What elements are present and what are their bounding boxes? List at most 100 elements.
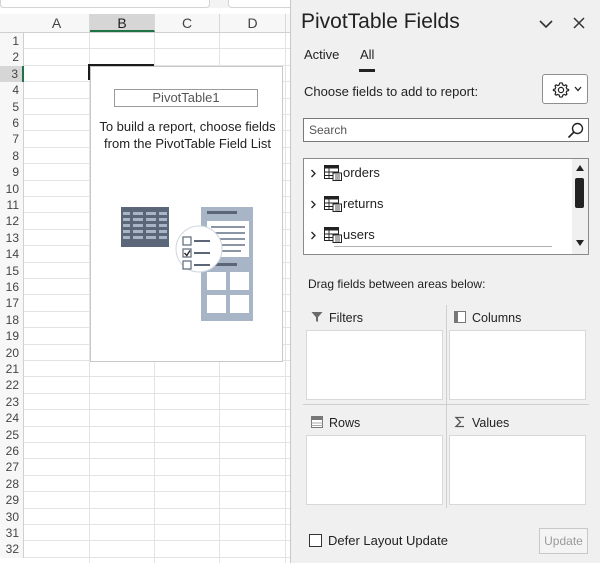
row-header-14[interactable]: 14 [0, 246, 24, 263]
row-header-8[interactable]: 8 [0, 147, 24, 165]
field-item-orders[interactable]: orders [308, 162, 562, 184]
row-header-7[interactable]: 7 [0, 131, 24, 148]
row-header-23[interactable]: 23 [0, 393, 24, 411]
row-header-2[interactable]: 2 [0, 49, 24, 66]
rows-area-header: Rows [306, 412, 443, 434]
column-header-d[interactable]: D [220, 14, 286, 32]
pivot-field-list-pane: PivotTable Fields Active All Choose fiel… [290, 0, 600, 563]
field-name: orders [343, 165, 380, 180]
row-header-29[interactable]: 29 [0, 492, 24, 509]
pane-footer: Defer Layout Update Update [291, 524, 600, 563]
defer-layout-label[interactable]: Defer Layout Update [328, 533, 448, 548]
row-header-5[interactable]: 5 [0, 98, 24, 115]
ribbon-edge [0, 0, 292, 8]
table-icon [324, 227, 342, 243]
columns-area-label: Columns [472, 311, 522, 325]
column-header-a[interactable]: A [24, 14, 90, 32]
row-header-30[interactable]: 30 [0, 508, 24, 525]
row-header-9[interactable]: 9 [0, 164, 24, 181]
choose-fields-label: Choose fields to add to report: [304, 84, 479, 99]
row-header-28[interactable]: 28 [0, 475, 24, 493]
row-gridline [24, 376, 292, 378]
row-header-25[interactable]: 25 [0, 426, 24, 443]
search-icon[interactable] [567, 122, 584, 139]
column-header-b[interactable]: B [90, 14, 155, 32]
tools-button[interactable] [542, 74, 588, 104]
scroll-thumb[interactable] [575, 178, 584, 208]
row-gridline [24, 474, 292, 476]
rows-icon [311, 416, 323, 428]
pivot-table-name: PivotTable1 [114, 89, 258, 107]
search-box[interactable] [303, 118, 589, 142]
row-header-27[interactable]: 27 [0, 459, 24, 476]
field-name: returns [343, 196, 384, 211]
areas-divider-horizontal [303, 404, 589, 405]
column-header-bar: A B C D [0, 14, 292, 33]
search-input[interactable] [309, 122, 559, 138]
row-header-1[interactable]: 1 [0, 33, 24, 50]
row-header-20[interactable]: 20 [0, 344, 24, 361]
values-drop-zone[interactable] [449, 435, 586, 505]
chevron-down-icon [574, 86, 582, 92]
row-header-19[interactable]: 19 [0, 328, 24, 345]
filters-drop-zone[interactable] [306, 330, 443, 400]
row-header-31[interactable]: 31 [0, 525, 24, 542]
table-icon [324, 165, 342, 181]
row-header-21[interactable]: 21 [0, 361, 24, 378]
columns-drop-zone[interactable] [449, 330, 586, 400]
values-area-label: Values [472, 416, 510, 430]
scroll-up-icon[interactable] [575, 164, 585, 172]
pane-title: PivotTable Fields [301, 10, 460, 33]
rows-area-label: Rows [329, 416, 361, 430]
tab-all[interactable]: All [360, 47, 374, 62]
table-icon [324, 196, 342, 212]
defer-layout-checkbox[interactable] [309, 534, 322, 547]
row-gridline [24, 442, 292, 443]
row-header-22[interactable]: 22 [0, 377, 24, 394]
field-item-returns[interactable]: returns [308, 193, 562, 215]
gear-icon [552, 82, 570, 98]
row-gridline [24, 507, 292, 509]
column-header-c[interactable]: C [155, 14, 220, 32]
values-area-header: Values [449, 412, 586, 434]
chevron-right-icon[interactable] [310, 200, 317, 209]
worksheet: A B C D 1 2 3 4 5 6 7 8 9 10 11 12 13 14 15 16 17 18 19 20 2… [0, 0, 292, 563]
rows-drop-zone[interactable] [306, 435, 443, 505]
field-list-scrollbar[interactable] [572, 159, 588, 254]
row-header-13[interactable]: 13 [0, 229, 24, 247]
column-gridline [285, 33, 286, 563]
columns-icon [454, 311, 466, 323]
row-header-26[interactable]: 26 [0, 443, 24, 460]
chevron-down-icon[interactable] [537, 15, 555, 33]
chevron-right-icon[interactable] [310, 169, 317, 178]
row-header-18[interactable]: 18 [0, 311, 24, 329]
field-item-users[interactable]: users [308, 224, 562, 246]
field-list[interactable]: orders returns users [303, 158, 589, 255]
row-gridline [24, 48, 292, 50]
row-header-16[interactable]: 16 [0, 279, 24, 296]
row-header-17[interactable]: 17 [0, 295, 24, 312]
row-header-4[interactable]: 4 [0, 82, 24, 99]
toolbar-edge [228, 0, 292, 8]
row-header-24[interactable]: 24 [0, 410, 24, 427]
row-header-6[interactable]: 6 [0, 115, 24, 132]
pivot-table-placeholder[interactable]: PivotTable1 To build a report, choose fi… [90, 66, 283, 362]
pivot-illustration-icon [121, 207, 253, 321]
row-gridline [24, 540, 292, 542]
close-icon[interactable] [571, 15, 587, 31]
sigma-icon [454, 416, 464, 428]
tab-active[interactable]: Active [304, 47, 339, 62]
row-header-32[interactable]: 32 [0, 541, 24, 558]
tab-all-underline [359, 69, 375, 72]
row-header-12[interactable]: 12 [0, 213, 24, 230]
row-header-3[interactable]: 3 [0, 65, 24, 83]
chevron-right-icon[interactable] [310, 231, 317, 240]
row-gridline [24, 556, 292, 558]
row-header-15[interactable]: 15 [0, 262, 24, 279]
row-header-11[interactable]: 11 [0, 197, 24, 214]
areas-divider-vertical [446, 305, 447, 508]
pivot-instructions-line2: from the PivotTable Field List [104, 136, 271, 151]
update-button[interactable]: Update [539, 528, 588, 554]
row-header-10[interactable]: 10 [0, 180, 24, 197]
scroll-down-icon[interactable] [575, 239, 585, 247]
